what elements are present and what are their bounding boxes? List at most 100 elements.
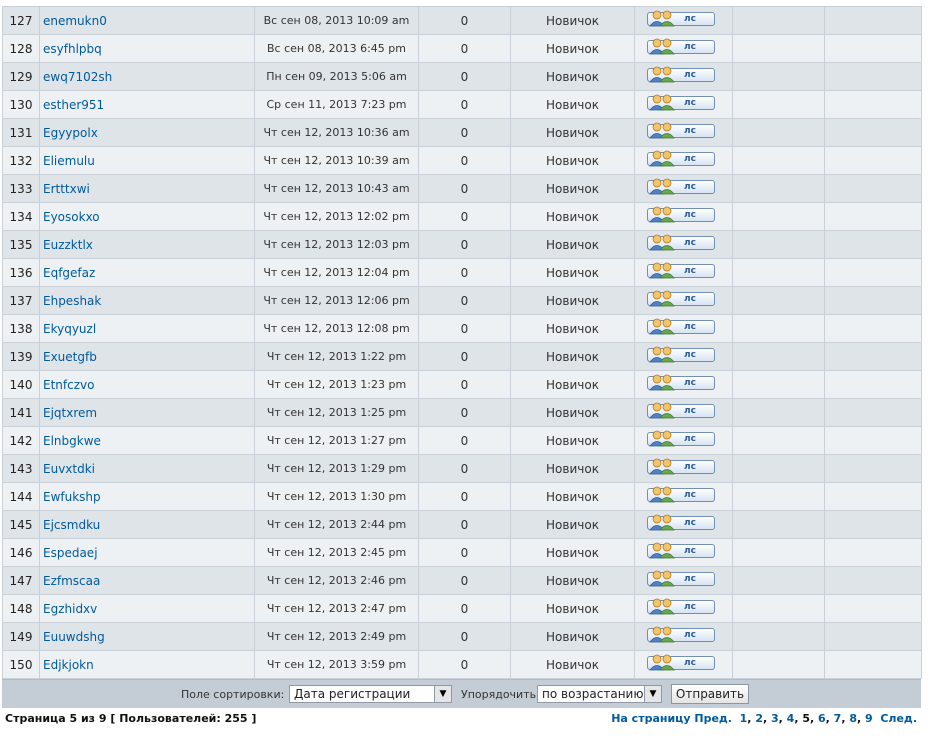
next-page-link[interactable]: След.	[880, 712, 917, 725]
username-link[interactable]: Ejqtxrem	[43, 406, 97, 420]
empty-cell	[824, 202, 922, 231]
chevron-down-icon[interactable]: ▼	[434, 686, 451, 702]
pm-button[interactable]: лс	[647, 178, 715, 195]
pm-label: лс	[684, 574, 696, 584]
pm-button[interactable]: лс	[647, 486, 715, 503]
pm-button[interactable]: лс	[647, 570, 715, 587]
username-link[interactable]: enemukn0	[43, 14, 107, 28]
pm-button[interactable]: лс	[647, 626, 715, 643]
join-date: Чт сен 12, 2013 2:45 pm	[254, 538, 419, 567]
username-cell: Ekyqyuzl	[39, 314, 255, 343]
sort-order-value: по возрастанию	[542, 687, 644, 701]
username-link[interactable]: Exuetgfb	[43, 350, 97, 364]
pm-button[interactable]: лс	[647, 66, 715, 83]
table-row: 146 Espedaej Чт сен 12, 2013 2:45 pm 0 Нович…	[2, 538, 922, 567]
pm-button[interactable]: лс	[647, 654, 715, 671]
sort-field-label: Поле сортировки:	[181, 688, 285, 701]
pm-button[interactable]: лс	[647, 458, 715, 475]
two-users-icon	[649, 430, 675, 447]
prev-page-link[interactable]: Пред.	[694, 712, 732, 725]
username-link[interactable]: Eliemulu	[43, 154, 95, 168]
username-link[interactable]: Etnfczvo	[43, 378, 94, 392]
pm-button[interactable]: лс	[647, 234, 715, 251]
pm-label: лс	[684, 434, 696, 444]
username-link[interactable]: Egzhidxv	[43, 602, 97, 616]
username-link[interactable]: Euvxtdki	[43, 462, 95, 476]
pm-button[interactable]: лс	[647, 346, 715, 363]
post-count: 0	[418, 342, 511, 371]
username-link[interactable]: esyfhlpbq	[43, 42, 102, 56]
pm-button[interactable]: лс	[647, 430, 715, 447]
page-link[interactable]: 3	[771, 712, 779, 725]
username-link[interactable]: Ejcsmdku	[43, 518, 100, 532]
username-link[interactable]: Edjkjokn	[43, 658, 94, 672]
username-link[interactable]: Espedaej	[43, 546, 98, 560]
pm-button[interactable]: лс	[647, 206, 715, 223]
pm-button[interactable]: лс	[647, 122, 715, 139]
empty-cell	[824, 6, 922, 35]
username-link[interactable]: Elnbgkwe	[43, 434, 101, 448]
sort-field-select[interactable]: Дата регистрации ▼	[289, 685, 452, 703]
username-link[interactable]: Egyypolx	[43, 126, 98, 140]
join-date: Чт сен 12, 2013 1:22 pm	[254, 342, 419, 371]
username-cell: Euvxtdki	[39, 454, 255, 483]
sort-order-select[interactable]: по возрастанию ▼	[537, 685, 662, 703]
username-link[interactable]: Ekyqyuzl	[43, 322, 96, 336]
empty-cell	[824, 538, 922, 567]
pm-button[interactable]: лс	[647, 542, 715, 559]
empty-cell	[732, 398, 825, 427]
table-row: 143 Euvxtdki Чт сен 12, 2013 1:29 pm 0 Нович…	[2, 454, 922, 483]
post-count: 0	[418, 258, 511, 287]
row-number: 146	[2, 538, 40, 567]
page-link[interactable]: 8	[849, 712, 857, 725]
username-link[interactable]: Eqfgefaz	[43, 266, 95, 280]
pm-button[interactable]: лс	[647, 94, 715, 111]
username-link[interactable]: ewq7102sh	[43, 70, 112, 84]
username-cell: Euzzktlx	[39, 230, 255, 259]
pm-label: лс	[684, 462, 696, 472]
username-cell: Egyypolx	[39, 118, 255, 147]
pm-button[interactable]: лс	[647, 290, 715, 307]
user-rank: Новичок	[510, 146, 635, 175]
chevron-down-icon[interactable]: ▼	[644, 686, 661, 702]
pm-cell: лс	[634, 398, 733, 427]
table-row: 130 esther951 Ср сен 11, 2013 7:23 pm 0 Нови…	[2, 90, 922, 119]
pm-label: лс	[684, 602, 696, 612]
pm-button[interactable]: лс	[647, 514, 715, 531]
pm-cell: лс	[634, 230, 733, 259]
pm-button[interactable]: лс	[647, 38, 715, 55]
pm-button[interactable]: лс	[647, 598, 715, 615]
table-row: 149 Euuwdshg Чт сен 12, 2013 2:49 pm 0 Нович…	[2, 622, 922, 651]
pm-button[interactable]: лс	[647, 150, 715, 167]
username-cell: Eyosokxo	[39, 202, 255, 231]
pm-button[interactable]: лс	[647, 402, 715, 419]
username-link[interactable]: Eyosokxo	[43, 210, 100, 224]
row-number: 138	[2, 314, 40, 343]
username-cell: Exuetgfb	[39, 342, 255, 371]
user-rank: Новичок	[510, 174, 635, 203]
page-link[interactable]: 2	[755, 712, 763, 725]
username-link[interactable]: esther951	[43, 98, 104, 112]
username-link[interactable]: Ertttxwi	[43, 182, 90, 196]
pm-button[interactable]: лс	[647, 318, 715, 335]
pm-button[interactable]: лс	[647, 374, 715, 391]
username-link[interactable]: Euuwdshg	[43, 630, 105, 644]
pm-button[interactable]: лс	[647, 262, 715, 279]
two-users-icon	[649, 542, 675, 559]
empty-cell	[824, 650, 922, 679]
row-number: 129	[2, 62, 40, 91]
row-number: 133	[2, 174, 40, 203]
table-row: 142 Elnbgkwe Чт сен 12, 2013 1:27 pm 0 Нович…	[2, 426, 922, 455]
row-number: 134	[2, 202, 40, 231]
pm-label: лс	[684, 154, 696, 164]
submit-button[interactable]: Отправить	[671, 684, 749, 704]
page-link[interactable]: 6	[818, 712, 826, 725]
row-number: 144	[2, 482, 40, 511]
username-link[interactable]: Ewfukshp	[43, 490, 101, 504]
pm-button[interactable]: лс	[647, 10, 715, 27]
page-link[interactable]: 9	[865, 712, 873, 725]
username-link[interactable]: Ezfmscaa	[43, 574, 100, 588]
two-users-icon	[649, 262, 675, 279]
username-link[interactable]: Euzzktlx	[43, 238, 93, 252]
username-link[interactable]: Ehpeshak	[43, 294, 101, 308]
